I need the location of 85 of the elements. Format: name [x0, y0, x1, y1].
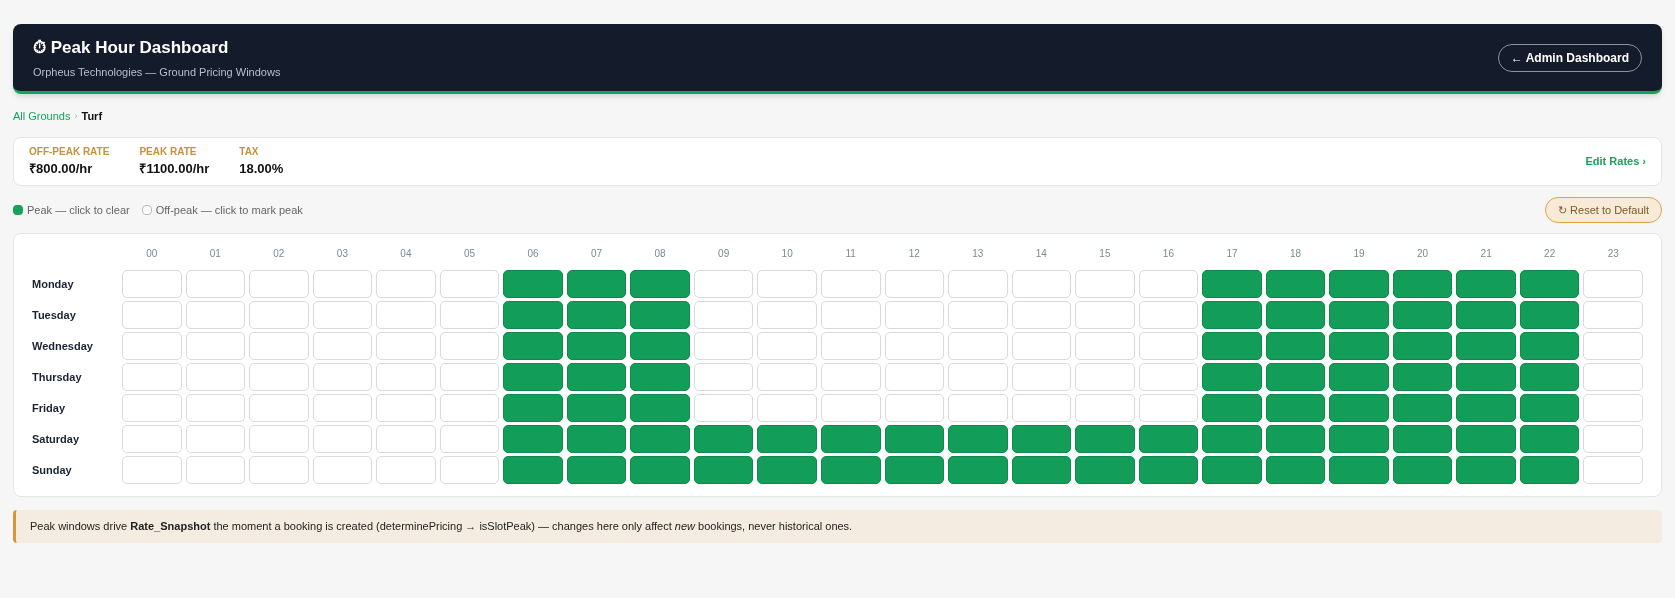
legend-label: Peak — click to clear [27, 202, 130, 218]
rate-value: ₹800.00/hr [29, 159, 94, 178]
hour-slot[interactable] [884, 425, 945, 453]
hour-label: 16 [1161, 247, 1175, 261]
hour-slot[interactable] [1265, 425, 1326, 453]
hour-slot[interactable] [1392, 332, 1453, 360]
day-label: Saturday [32, 431, 81, 447]
breadcrumb-separator: › [74, 109, 78, 123]
hour-label: 23 [1606, 247, 1620, 261]
hour-slot[interactable] [1519, 363, 1580, 391]
hour-slot[interactable] [566, 425, 627, 453]
hour-label: 06 [526, 247, 540, 261]
hour-slot[interactable] [1519, 425, 1580, 453]
hour-label: 17 [1225, 247, 1239, 261]
hour-label: 12 [907, 247, 921, 261]
hour-slot[interactable] [693, 425, 754, 453]
hour-label: 15 [1098, 247, 1112, 261]
hour-slot[interactable] [1519, 270, 1580, 298]
hour-slot[interactable] [1265, 270, 1326, 298]
hour-slot[interactable] [1011, 456, 1072, 484]
hour-label: 18 [1288, 247, 1303, 261]
hour-label: 09 [717, 247, 731, 261]
hour-slot[interactable] [1519, 394, 1580, 422]
hour-label: 00 [145, 247, 159, 261]
day-label: Monday [32, 276, 75, 292]
hour-slot[interactable] [1392, 394, 1453, 422]
hour-slot[interactable] [820, 456, 881, 484]
rate-value: 18.00% [239, 159, 284, 178]
rate-label: OFF-PEAK RATE [29, 144, 110, 159]
hour-label: 03 [335, 247, 349, 261]
page-title: ⏱ Peak Hour Dashboard [33, 36, 230, 59]
info-note: Peak windows drive Rate_Snapshot the moment a booking is created (determinePricing → isSlotPeak) — changes here only affect new bookings, never historical ones. [13, 510, 1662, 543]
hour-slot[interactable] [1392, 301, 1453, 329]
day-label: Thursday [32, 369, 83, 385]
hour-slot[interactable] [1519, 301, 1580, 329]
edit-rates-link[interactable]: Edit Rates › [1585, 152, 1646, 170]
hour-label: 13 [971, 247, 985, 261]
hour-label: 19 [1352, 247, 1366, 261]
hour-slot[interactable] [1011, 425, 1072, 453]
hour-slot[interactable] [1392, 456, 1453, 484]
hour-slot[interactable] [1265, 363, 1326, 391]
hour-label: 07 [590, 247, 604, 261]
hour-slot[interactable] [1519, 456, 1580, 484]
hour-label: 01 [208, 247, 222, 261]
hour-slot[interactable] [1138, 425, 1199, 453]
hour-label: 10 [780, 247, 794, 261]
legend-label: Off-peak — click to mark peak [155, 202, 303, 218]
day-label: Wednesday [32, 338, 94, 354]
hour-slot[interactable] [1392, 270, 1453, 298]
hour-slot[interactable] [1138, 456, 1199, 484]
hour-slot[interactable] [1265, 456, 1326, 484]
hour-slot[interactable] [1265, 332, 1326, 360]
hour-slot[interactable] [1392, 425, 1453, 453]
hour-slot[interactable] [566, 301, 627, 329]
hour-label: 05 [462, 247, 477, 261]
hour-slot[interactable] [566, 394, 627, 422]
hour-slot[interactable] [566, 456, 627, 484]
breadcrumb-link[interactable]: All Grounds [13, 108, 71, 125]
hour-slot[interactable] [820, 425, 881, 453]
hour-slot[interactable] [1519, 332, 1580, 360]
hour-label: 22 [1543, 247, 1557, 261]
day-label: Sunday [32, 462, 73, 478]
day-label: Tuesday [32, 307, 77, 323]
hour-label: 02 [272, 247, 286, 261]
hour-label: 20 [1416, 247, 1430, 261]
hour-slot[interactable] [566, 332, 627, 360]
hour-slot[interactable] [1265, 301, 1326, 329]
hour-slot[interactable] [566, 270, 627, 298]
rate-label: TAX [239, 144, 260, 159]
hour-slot[interactable] [1392, 363, 1453, 391]
hour-label: 11 [844, 247, 857, 261]
hour-label: 04 [399, 247, 413, 261]
hour-label: 14 [1034, 247, 1048, 261]
hour-slot[interactable] [566, 363, 627, 391]
hour-slot[interactable] [1265, 394, 1326, 422]
hour-label: 21 [1479, 247, 1493, 261]
hour-slot[interactable] [693, 456, 754, 484]
rate-label: PEAK RATE [139, 144, 198, 159]
hour-slot[interactable] [884, 456, 945, 484]
day-label: Friday [32, 400, 66, 416]
hour-label: 08 [653, 247, 667, 261]
breadcrumb-current: Turf [81, 109, 103, 124]
rate-value: ₹1100.00/hr [139, 159, 210, 178]
page-subtitle: Orpheus Technologies — Ground Pricing Windows [33, 65, 281, 80]
reset-button[interactable]: ↻ Reset to Default [1545, 196, 1662, 223]
